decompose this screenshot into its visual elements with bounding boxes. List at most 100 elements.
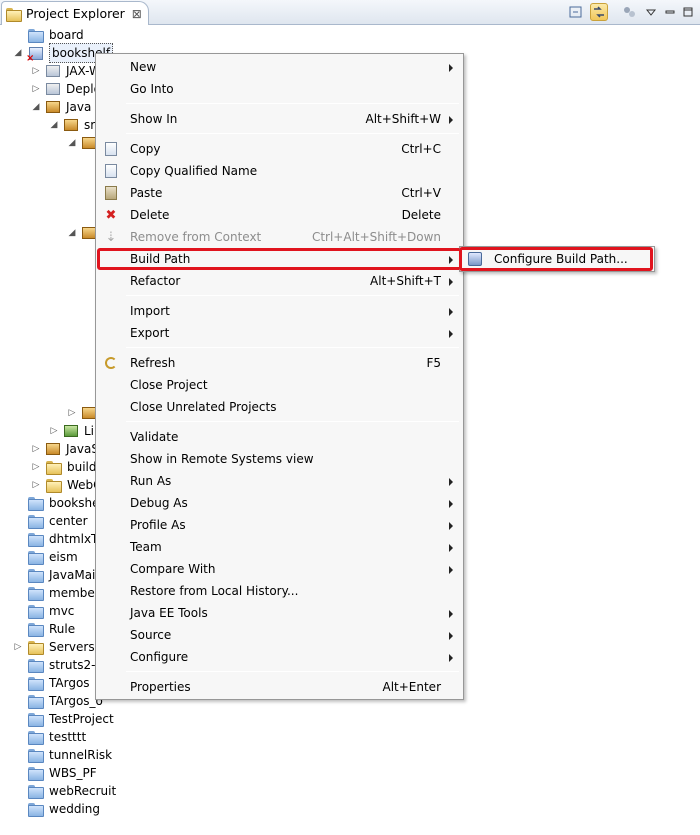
expanded-arrow-icon[interactable]: ◢ [48,119,60,131]
tree-item[interactable]: TArgos_o [12,692,103,710]
menu-item-paste[interactable]: Paste Ctrl+V [98,182,461,204]
collapsed-arrow-icon[interactable]: ▷ [30,479,42,491]
tree-item[interactable]: webRecruit [12,782,116,800]
collapse-all-icon[interactable] [567,3,585,21]
submenu-arrow-icon [449,610,453,618]
maximize-icon[interactable] [679,3,697,21]
source-folder-icon [64,119,78,131]
collapsed-arrow-icon[interactable]: ▷ [30,65,42,77]
menu-item-import[interactable]: Import [98,300,461,322]
menu-item-close-unrelated-projects[interactable]: Close Unrelated Projects [98,396,461,418]
submenu-arrow-icon [449,330,453,338]
tree-item[interactable]: member2 [12,584,107,602]
menu-item-show-in[interactable]: Show In Alt+Shift+W [98,108,461,130]
folder-icon [28,713,44,727]
build-path-highlight [97,248,463,270]
close-icon[interactable]: ⊠ [132,7,142,21]
tree-item[interactable]: ▷ Servers [12,638,95,656]
menu-item-delete[interactable]: ✖ Delete Delete [98,204,461,226]
menu-item-new[interactable]: New [98,56,461,78]
menu-item-run-as[interactable]: Run As [98,470,461,492]
menu-item-refactor[interactable]: Refactor Alt+Shift+T [98,270,461,292]
folder-icon [28,587,44,601]
folder-icon [28,623,44,637]
menu-item-copy-qualified-name[interactable]: Copy Qualified Name [98,160,461,182]
menu-item-debug-as[interactable]: Debug As [98,492,461,514]
collapsed-arrow-icon[interactable]: ▷ [30,83,42,95]
project-explorer-tab[interactable]: Project Explorer ⊠ [1,1,149,25]
tab-title: Project Explorer [26,6,125,21]
tree-item[interactable]: JavaMail [12,566,99,584]
menu-item-export[interactable]: Export [98,322,461,344]
collapsed-arrow-icon[interactable]: ▷ [48,425,60,437]
tree-item[interactable]: Rule [12,620,75,638]
tree-item[interactable]: eism [12,548,78,566]
tree-item[interactable]: ▷ build [30,458,97,476]
project-explorer-icon [6,7,22,22]
context-menu: New Go Into Show In Alt+Shift+W Copy Ctrl+… [95,53,464,700]
folder-icon [28,533,44,547]
menu-item-compare-with[interactable]: Compare With [98,558,461,580]
minimize-icon[interactable] [661,3,679,21]
menu-item-refresh[interactable]: Refresh F5 [98,352,461,374]
menu-item-validate[interactable]: Validate [98,426,461,448]
javascript-icon [46,443,60,455]
tree-item[interactable]: WBS_PF [12,764,97,782]
submenu-arrow-icon [449,566,453,574]
tree-item[interactable]: bookshel [12,494,103,512]
collapsed-arrow-icon[interactable]: ▷ [30,443,42,455]
menu-item-team[interactable]: Team [98,536,461,558]
menu-item-profile-as[interactable]: Profile As [98,514,461,536]
menu-item-restore-local-history[interactable]: Restore from Local History... [98,580,461,602]
project-icon [26,46,44,68]
tree-item[interactable]: TestProject [12,710,114,728]
folder-icon [28,731,44,745]
tree-item[interactable]: ▷ JavaS [30,440,99,458]
collapsed-arrow-icon[interactable]: ▷ [30,461,42,473]
expanded-arrow-icon[interactable]: ◢ [30,101,42,113]
tree-item[interactable]: wedding [12,800,100,818]
menu-item-properties[interactable]: Properties Alt+Enter [98,676,461,698]
menu-item-source[interactable]: Source [98,624,461,646]
tree-item[interactable]: ▷ Li [48,422,95,440]
menu-item-show-in-remote-systems[interactable]: Show in Remote Systems view [98,448,461,470]
tree-item[interactable]: center [12,512,88,530]
tree-item[interactable]: testttt [12,728,86,746]
menu-item-copy[interactable]: Copy Ctrl+C [98,138,461,160]
folder-icon [28,497,44,511]
expanded-arrow-icon[interactable]: ◢ [12,47,24,59]
collapsed-arrow-icon[interactable]: ▷ [12,641,24,653]
tree-item[interactable]: ▷ WebC [30,476,102,494]
filters-icon[interactable] [620,3,638,21]
package-icon [82,227,96,239]
menu-item-remove-from-context: ⇣ Remove from Context Ctrl+Alt+Shift+Down [105,229,441,245]
folder-icon [28,515,44,529]
folder-icon [28,677,44,691]
view-menu-icon[interactable] [642,3,660,21]
submenu-arrow-icon [449,278,453,286]
menu-item-configure[interactable]: Configure [98,646,461,668]
tree-item[interactable]: struts2-b [12,656,103,674]
menu-item-go-into[interactable]: Go Into [98,78,461,100]
folder-icon [28,641,44,655]
package-icon [82,407,96,419]
refresh-icon [104,356,118,370]
package-icon [82,137,96,149]
tree-item[interactable]: ◢ Java R [30,98,104,116]
link-with-editor-icon[interactable] [590,3,608,21]
tree-item[interactable]: dhtmlxTe [12,530,104,548]
menu-item-close-project[interactable]: Close Project [98,374,461,396]
submenu-arrow-icon [449,116,453,124]
tree-item[interactable]: tunnelRisk [12,746,112,764]
menu-item-java-ee-tools[interactable]: Java EE Tools [98,602,461,624]
tree-item[interactable]: ▷ Deplo [30,80,101,98]
folder-icon [28,695,44,709]
folder-icon [28,785,44,799]
tree-item[interactable]: ▷ JAX-W [30,62,101,80]
tree-item[interactable]: mvc [12,602,74,620]
folder-icon [28,803,44,817]
tree-item[interactable]: board [12,26,84,44]
tree-item[interactable]: ◢ sr [48,116,96,134]
folder-icon [28,29,44,43]
tree-item[interactable]: TArgos [12,674,90,692]
